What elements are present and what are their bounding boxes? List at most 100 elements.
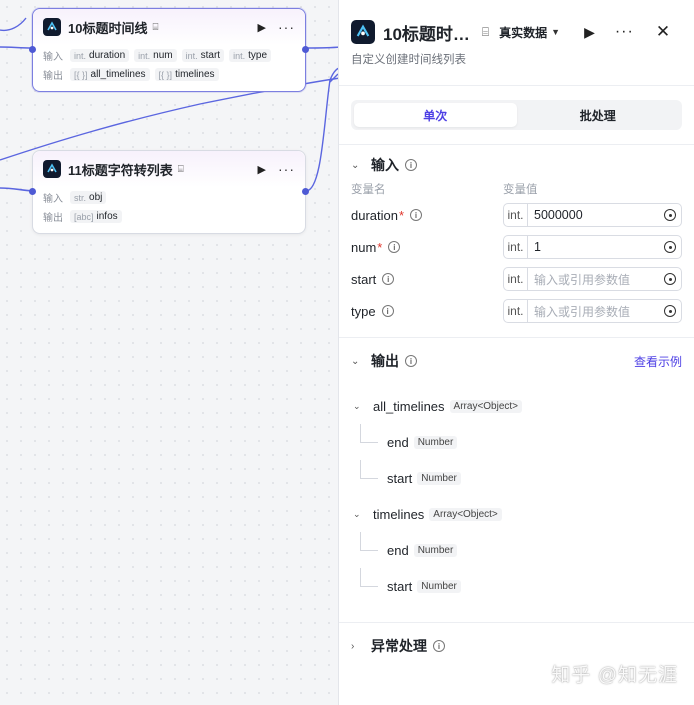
info-icon[interactable]: i <box>381 305 394 317</box>
output-chip-all-timelines: [{ }] all_timelines <box>70 68 150 81</box>
type-badge: Number <box>413 435 458 449</box>
node-title-timeline[interactable]: 10标题时间线 ⌸ ▶ ··· 输入 int. duration int. num … <box>29 8 309 92</box>
more-icon[interactable]: ··· <box>278 19 295 35</box>
node-title: 11标题字符转列表 <box>68 162 173 178</box>
reference-icon[interactable] <box>664 209 676 221</box>
node-detail-panel: 10标题时… ⌸ 真实数据 ▼ ▶ ··· ✕ 自定义创建时间线列表 单次 批处… <box>338 0 694 705</box>
param-row-start: start i int. 输入或引用参数值 <box>339 263 694 295</box>
reference-icon[interactable] <box>664 273 676 285</box>
field-name: timelines <box>373 506 425 522</box>
param-name: num * i <box>351 240 503 255</box>
workflow-canvas[interactable]: 10标题时间线 ⌸ ▶ ··· 输入 int. duration int. num … <box>0 0 341 705</box>
info-icon[interactable]: i <box>388 241 401 253</box>
type-label: int. <box>504 236 528 258</box>
data-mode-select[interactable]: 真实数据 <box>499 24 547 41</box>
input-port[interactable] <box>29 46 36 53</box>
caret-down-icon[interactable]: ▼ <box>551 27 560 37</box>
tab-batch[interactable]: 批处理 <box>517 103 680 127</box>
node-inputs-row: 输入 str. obj <box>33 188 305 207</box>
info-icon[interactable]: i <box>405 159 417 171</box>
watermark: 知乎 @知无涯 <box>551 665 678 686</box>
outputs-label: 输出 <box>43 71 63 82</box>
panel-header: 10标题时… ⌸ 真实数据 ▼ ▶ ··· ✕ <box>339 7 694 57</box>
param-column-headers: 变量名 变量值 <box>339 179 694 199</box>
output-port[interactable] <box>302 46 309 53</box>
more-icon[interactable]: ··· <box>615 23 634 41</box>
view-example-link[interactable]: 查看示例 <box>634 353 682 370</box>
run-button[interactable]: ▶ <box>584 24 595 41</box>
chevron-right-icon[interactable]: › <box>351 641 371 652</box>
type-label: int. <box>504 268 528 290</box>
tree-node-timelines[interactable]: ⌄ timelines Array<Object> <box>353 496 682 532</box>
node-inputs-row: 输入 int. duration int. num int. start int. ty… <box>33 46 305 65</box>
output-port[interactable] <box>302 188 309 195</box>
type-badge: Number <box>417 471 461 485</box>
param-value[interactable]: 1 <box>528 240 664 254</box>
tab-single[interactable]: 单次 <box>354 103 517 127</box>
output-chip-infos: [abc] infos <box>70 210 122 223</box>
tree-leaf: end Number <box>353 532 682 568</box>
section-title: 输出 <box>371 353 399 369</box>
run-node-icon[interactable]: ▶ <box>258 21 266 34</box>
param-name: type i <box>351 304 503 319</box>
param-row-num: num * i int. 1 <box>339 231 694 263</box>
input-chip-start: int. start <box>181 49 225 62</box>
param-value[interactable]: 5000000 <box>528 208 664 222</box>
param-name: duration * i <box>351 208 503 223</box>
output-chip-timelines: [{ }] timelines <box>154 68 219 81</box>
param-row-type: type i int. 输入或引用参数值 <box>339 295 694 327</box>
param-value-input[interactable]: int. 输入或引用参数值 <box>503 299 682 323</box>
field-name: all_timelines <box>373 398 445 414</box>
bookmark-icon: ⌸ <box>177 163 184 175</box>
reference-icon[interactable] <box>664 241 676 253</box>
chevron-down-icon[interactable]: ⌄ <box>351 160 371 171</box>
input-port[interactable] <box>29 188 36 195</box>
panel-description: 自定义创建时间线列表 <box>351 54 466 66</box>
type-badge: Number <box>417 579 461 593</box>
bookmark-icon[interactable]: ⌸ <box>482 25 489 40</box>
info-icon[interactable]: i <box>410 209 423 221</box>
input-chip-type: int. type <box>229 49 272 62</box>
info-icon[interactable]: i <box>382 273 395 285</box>
type-badge: Array<Object> <box>449 399 523 413</box>
field-name: start <box>387 470 413 486</box>
plugin-logo-icon <box>351 20 375 44</box>
tree-leaf: end Number <box>353 424 682 460</box>
input-chip-obj: str. obj <box>70 191 107 204</box>
param-placeholder[interactable]: 输入或引用参数值 <box>528 271 664 288</box>
param-value-input[interactable]: int. 5000000 <box>503 203 682 227</box>
node-title-string-to-list[interactable]: 11标题字符转列表 ⌸ ▶ ··· 输入 str. obj 输出 [abc] inf… <box>29 150 309 234</box>
node-header: 11标题字符转列表 ⌸ ▶ ··· <box>33 151 305 187</box>
chevron-down-icon[interactable]: ⌄ <box>351 356 371 367</box>
node-outputs-row: 输出 [abc] infos <box>33 207 305 226</box>
inputs-label: 输入 <box>43 194 63 205</box>
output-section-header[interactable]: ⌄ 输出 i 查看示例 <box>339 338 694 384</box>
param-name: start i <box>351 272 503 287</box>
param-value-input[interactable]: int. 输入或引用参数值 <box>503 267 682 291</box>
param-placeholder[interactable]: 输入或引用参数值 <box>528 303 664 320</box>
node-title: 10标题时间线 <box>68 20 148 36</box>
tree-node-all-timelines[interactable]: ⌄ all_timelines Array<Object> <box>353 388 682 424</box>
section-title: 输入 <box>371 157 399 173</box>
more-icon[interactable]: ··· <box>278 161 295 177</box>
type-label: int. <box>504 300 528 322</box>
inputs-label: 输入 <box>43 52 63 63</box>
chevron-down-icon[interactable]: ⌄ <box>353 509 373 520</box>
info-icon[interactable]: i <box>405 355 417 367</box>
chevron-down-icon[interactable]: ⌄ <box>353 401 373 412</box>
node-outputs-row: 输出 [{ }] all_timelines [{ }] timelines <box>33 65 305 84</box>
input-chip-duration: int. duration <box>70 49 130 62</box>
run-node-icon[interactable]: ▶ <box>258 163 266 176</box>
param-value-input[interactable]: int. 1 <box>503 235 682 259</box>
tree-leaf: start Number <box>353 568 682 604</box>
run-mode-tabs: 单次 批处理 <box>351 100 682 130</box>
type-badge: Number <box>413 543 458 557</box>
plugin-logo-icon <box>43 18 61 36</box>
type-label: int. <box>504 204 528 226</box>
reference-icon[interactable] <box>664 305 676 317</box>
type-badge: Array<Object> <box>429 507 502 521</box>
info-icon[interactable]: i <box>433 640 445 652</box>
close-icon[interactable]: ✕ <box>656 22 670 42</box>
col-name-header: 变量名 <box>351 184 386 196</box>
col-value-header: 变量值 <box>503 184 538 196</box>
